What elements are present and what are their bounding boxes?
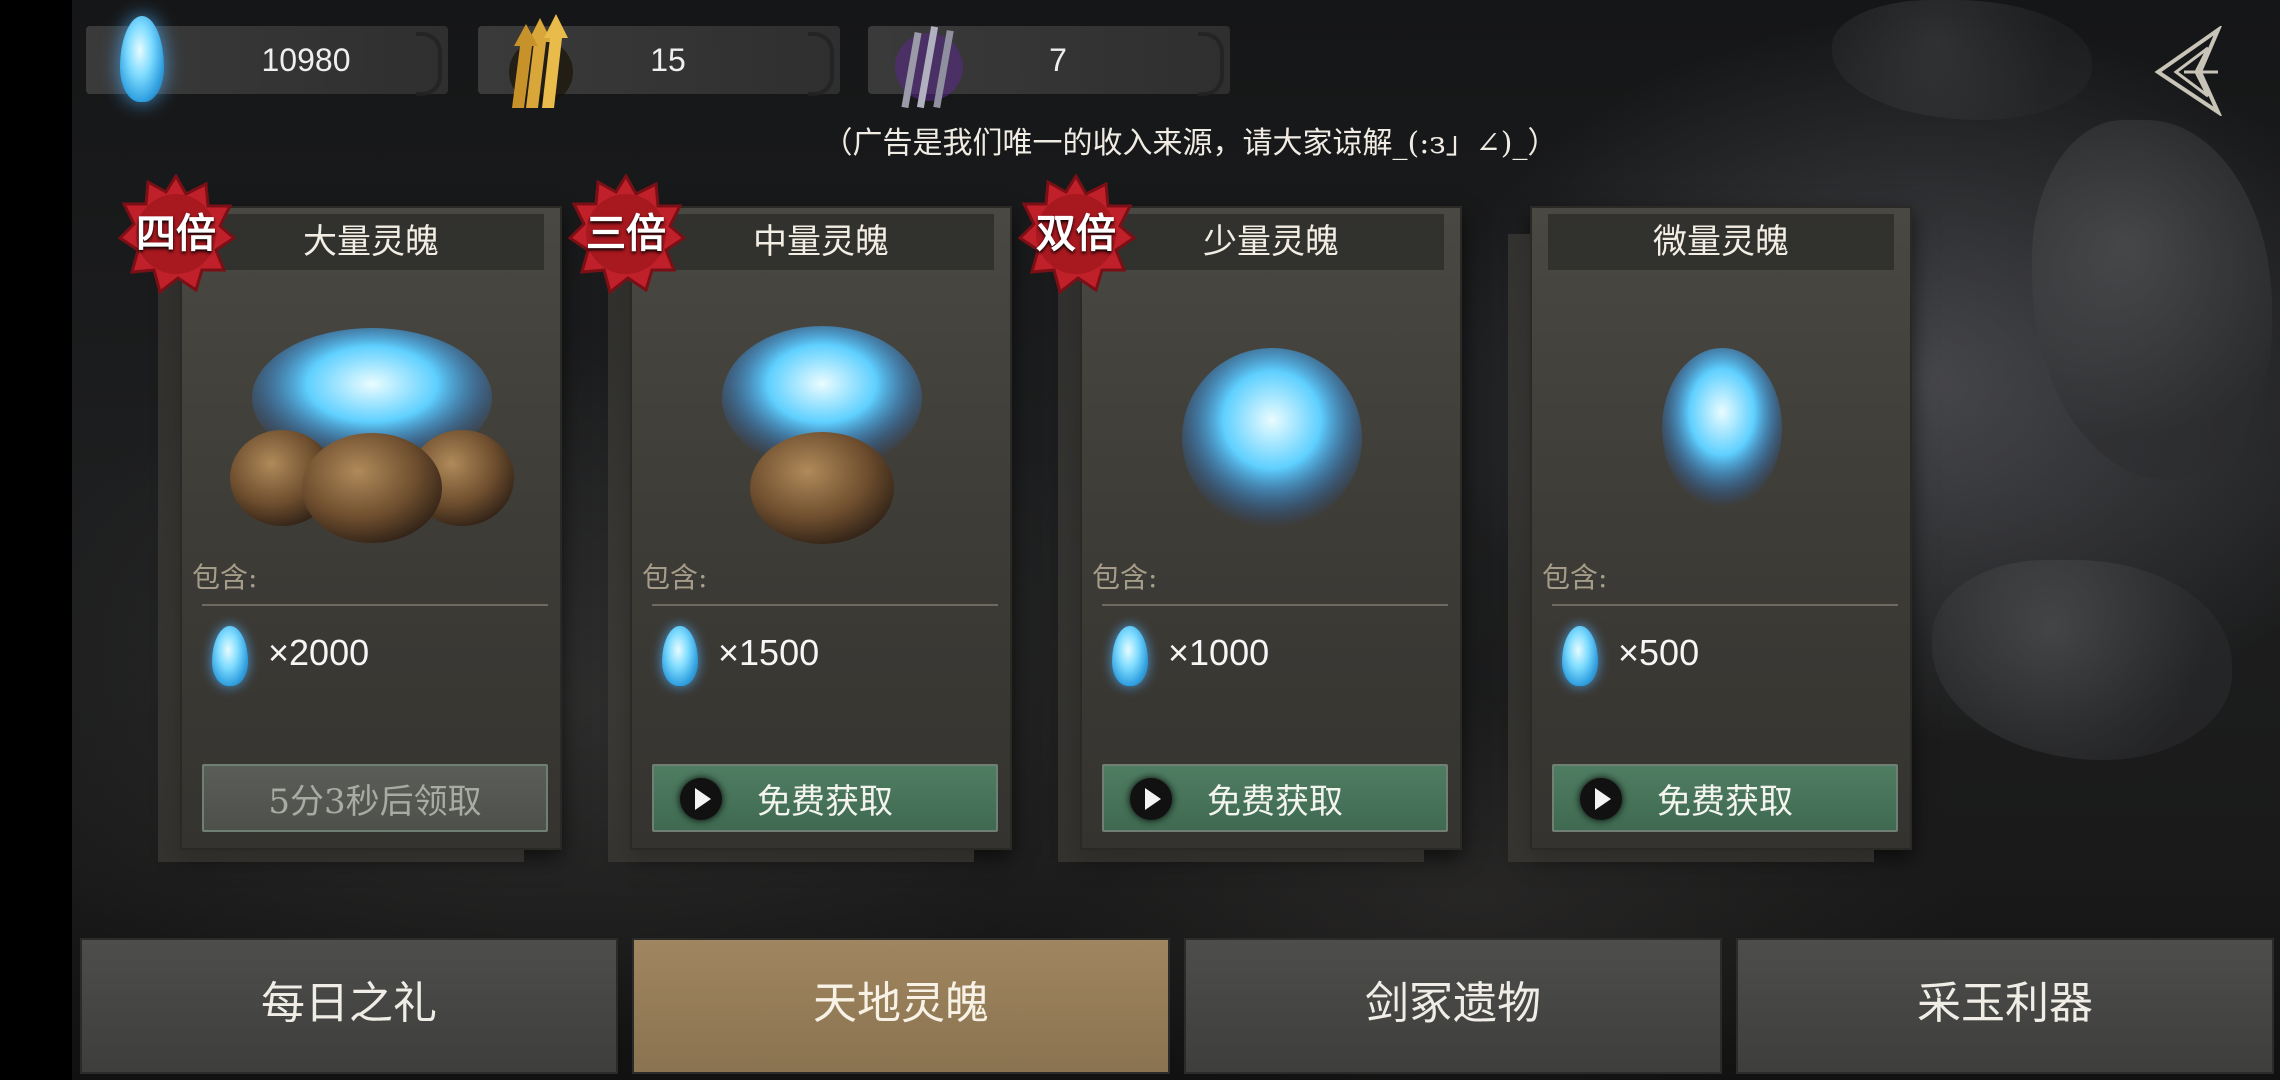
- badge-text: 四倍: [136, 210, 216, 257]
- divider: [1552, 604, 1898, 606]
- currency-value: 10980: [261, 42, 351, 78]
- reward-quantity: ×1500: [718, 632, 820, 673]
- currency-purple-arrows: 7: [868, 26, 1230, 109]
- card-title: 少量灵魄: [1098, 214, 1444, 270]
- hook-ornament: [1198, 32, 1224, 96]
- soul-cluster-art: [1182, 348, 1362, 528]
- currency-value: 15: [650, 42, 686, 78]
- tab-sword-tomb-relics[interactable]: 剑冢遗物: [1184, 938, 1722, 1074]
- hook-ornament: [416, 32, 442, 96]
- purple-arrows-icon: [895, 26, 963, 109]
- soul-crystal-icon: [1562, 626, 1598, 686]
- play-icon: [680, 778, 722, 820]
- divider: [652, 604, 998, 606]
- ad-notice: （广告是我们唯一的收入来源，请大家谅解_(:з」∠)_）: [822, 126, 1558, 161]
- free-get-button[interactable]: 免费获取: [1102, 764, 1448, 832]
- button-label: 免费获取: [1207, 781, 1343, 822]
- claim-countdown-button: 5分3秒后领取: [202, 764, 548, 832]
- currency-soul: 10980: [86, 16, 448, 102]
- card-title: 大量灵魄: [198, 214, 544, 270]
- button-label: 免费获取: [757, 781, 893, 822]
- reward-quantity: ×2000: [268, 632, 370, 673]
- cave-rock: [1932, 560, 2232, 760]
- offer-card-tiny: 微量灵魄 包含: ×500 免费获取: [1530, 206, 1912, 850]
- button-label: 免费获取: [1657, 781, 1793, 822]
- contains-label: 包含:: [1542, 561, 1608, 594]
- soul-pots-art: [230, 328, 514, 543]
- play-icon: [1580, 778, 1622, 820]
- contains-label: 包含:: [192, 561, 258, 594]
- offer-card-small: 少量灵魄 包含: ×1000 免费获取 双倍: [1017, 174, 1462, 850]
- back-arrow-icon[interactable]: [2148, 26, 2228, 116]
- divider: [202, 604, 548, 606]
- reward-quantity: ×500: [1618, 632, 1700, 673]
- contains-label: 包含:: [642, 561, 708, 594]
- contains-label: 包含:: [1092, 561, 1158, 594]
- hook-ornament: [808, 32, 834, 96]
- reward-quantity: ×1000: [1168, 632, 1270, 673]
- badge-text: 三倍: [586, 210, 666, 257]
- play-icon: [1130, 778, 1172, 820]
- tab-jade-tools[interactable]: 采玉利器: [1736, 938, 2274, 1074]
- button-label: 5分3秒后领取: [268, 781, 482, 822]
- soul-crystal-icon: [212, 626, 248, 686]
- soul-crystal-icon: [662, 626, 698, 686]
- card-title: 中量灵魄: [648, 214, 994, 270]
- soul-wisp-art: [1662, 348, 1782, 508]
- soul-crystal-icon: [1112, 626, 1148, 686]
- tab-daily-gift[interactable]: 每日之礼: [80, 938, 618, 1074]
- offer-card-medium: 中量灵魄 包含: ×1500 免费获取 三倍: [567, 174, 1012, 850]
- soul-crystal-icon: [120, 16, 164, 102]
- currency-golden-arrows: 15: [478, 14, 840, 108]
- divider: [1102, 604, 1448, 606]
- free-get-button[interactable]: 免费获取: [1552, 764, 1898, 832]
- golden-arrows-icon: [509, 14, 573, 108]
- card-title: 微量灵魄: [1548, 214, 1894, 270]
- cave-rock: [2032, 120, 2272, 480]
- currency-value: 7: [1049, 42, 1067, 78]
- soul-pot-art: [722, 326, 922, 544]
- badge-text: 双倍: [1036, 210, 1116, 257]
- offer-card-large: 大量灵魄 包含: ×2000 5分3秒后领取 四倍: [117, 174, 562, 850]
- free-get-button[interactable]: 免费获取: [652, 764, 998, 832]
- tab-heaven-earth-soul[interactable]: 天地灵魄: [632, 938, 1170, 1074]
- cave-rock: [1832, 0, 2092, 120]
